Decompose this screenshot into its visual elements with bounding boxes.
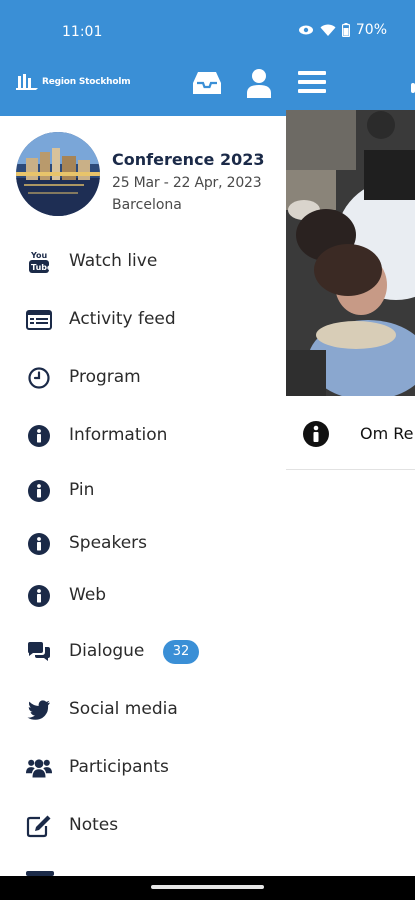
svg-text:You: You <box>30 251 48 260</box>
menu-item-label: Information <box>69 425 168 445</box>
menu-item-program[interactable]: Program <box>0 353 286 403</box>
eye-icon <box>298 25 313 35</box>
event-dates: 25 Mar - 22 Apr, 2023 <box>112 175 262 191</box>
region-logo-icon <box>16 74 38 90</box>
clock-icon <box>26 366 52 390</box>
menu-item-participants[interactable]: Participants <box>0 743 286 793</box>
menu-item-social-media[interactable]: Social media <box>0 685 286 735</box>
event-title: Conference 2023 <box>112 150 265 169</box>
svg-text:Tube: Tube <box>31 263 50 272</box>
menu-item-watch-live[interactable]: You Tube Watch live <box>0 237 286 287</box>
menu-item-label: Pin <box>69 480 95 500</box>
app-header: 11:01 70% Region Stockholm <box>0 0 415 116</box>
background-row-label: Om Re <box>360 424 414 443</box>
youtube-icon: You Tube <box>26 250 52 274</box>
city-photo-illustration <box>16 132 100 216</box>
menu-item-label: Social media <box>69 699 178 719</box>
battery-level: 70% <box>355 22 387 38</box>
user-icon[interactable] <box>246 68 272 98</box>
event-header[interactable]: Conference 2023 25 Mar - 22 Apr, 2023 Ba… <box>16 132 278 216</box>
chat-icon <box>26 640 52 664</box>
event-location: Barcelona <box>112 197 182 213</box>
menu-item-label: Dialogue <box>69 641 145 661</box>
system-navigation-bar <box>0 876 415 900</box>
info-icon <box>26 424 52 448</box>
info-icon <box>26 584 52 608</box>
menu-item-label: Participants <box>69 757 169 777</box>
hamburger-menu-icon[interactable] <box>298 70 326 94</box>
dialogue-count-badge: 32 <box>163 640 199 664</box>
menu-item-label: Program <box>69 367 141 387</box>
menu-item-label: Watch live <box>69 251 158 271</box>
menu-item-speakers[interactable]: Speakers <box>0 519 286 569</box>
menu-item-web[interactable]: Web <box>0 571 286 621</box>
photo-illustration <box>286 110 415 396</box>
partial-header-icon <box>411 83 415 93</box>
event-photo <box>286 110 415 396</box>
status-time: 11:01 <box>62 24 103 40</box>
status-icons: 70% <box>298 22 387 38</box>
background-list-row[interactable]: Om Re <box>286 400 415 470</box>
navigation-drawer: Conference 2023 25 Mar - 22 Apr, 2023 Ba… <box>0 116 286 876</box>
brand-logo: Region Stockholm <box>16 74 131 90</box>
wifi-icon <box>320 24 336 36</box>
users-icon <box>26 756 52 780</box>
menu-item-label: Notes <box>69 815 119 835</box>
menu-item-activity-feed[interactable]: Activity feed <box>0 295 286 345</box>
menu-item-label: Activity feed <box>69 309 176 329</box>
feed-icon <box>26 308 52 332</box>
edit-icon <box>26 814 52 838</box>
info-icon <box>26 532 52 556</box>
menu-item-notes[interactable]: Notes <box>0 801 286 851</box>
info-icon <box>303 421 329 447</box>
brand-name: Region Stockholm <box>42 77 131 87</box>
inbox-icon[interactable] <box>192 70 222 96</box>
menu-item-information[interactable]: Information <box>0 411 286 461</box>
menu-item-label: Speakers <box>69 533 148 553</box>
menu-item-dialogue[interactable]: Dialogue 32 <box>0 627 286 677</box>
battery-icon <box>341 23 350 37</box>
info-icon <box>26 479 52 503</box>
home-gesture-handle[interactable] <box>151 885 264 889</box>
menu-item-label: Web <box>69 585 107 605</box>
menu-item-pin[interactable]: Pin <box>0 466 286 516</box>
twitter-icon <box>26 698 52 722</box>
event-thumbnail <box>16 132 100 216</box>
